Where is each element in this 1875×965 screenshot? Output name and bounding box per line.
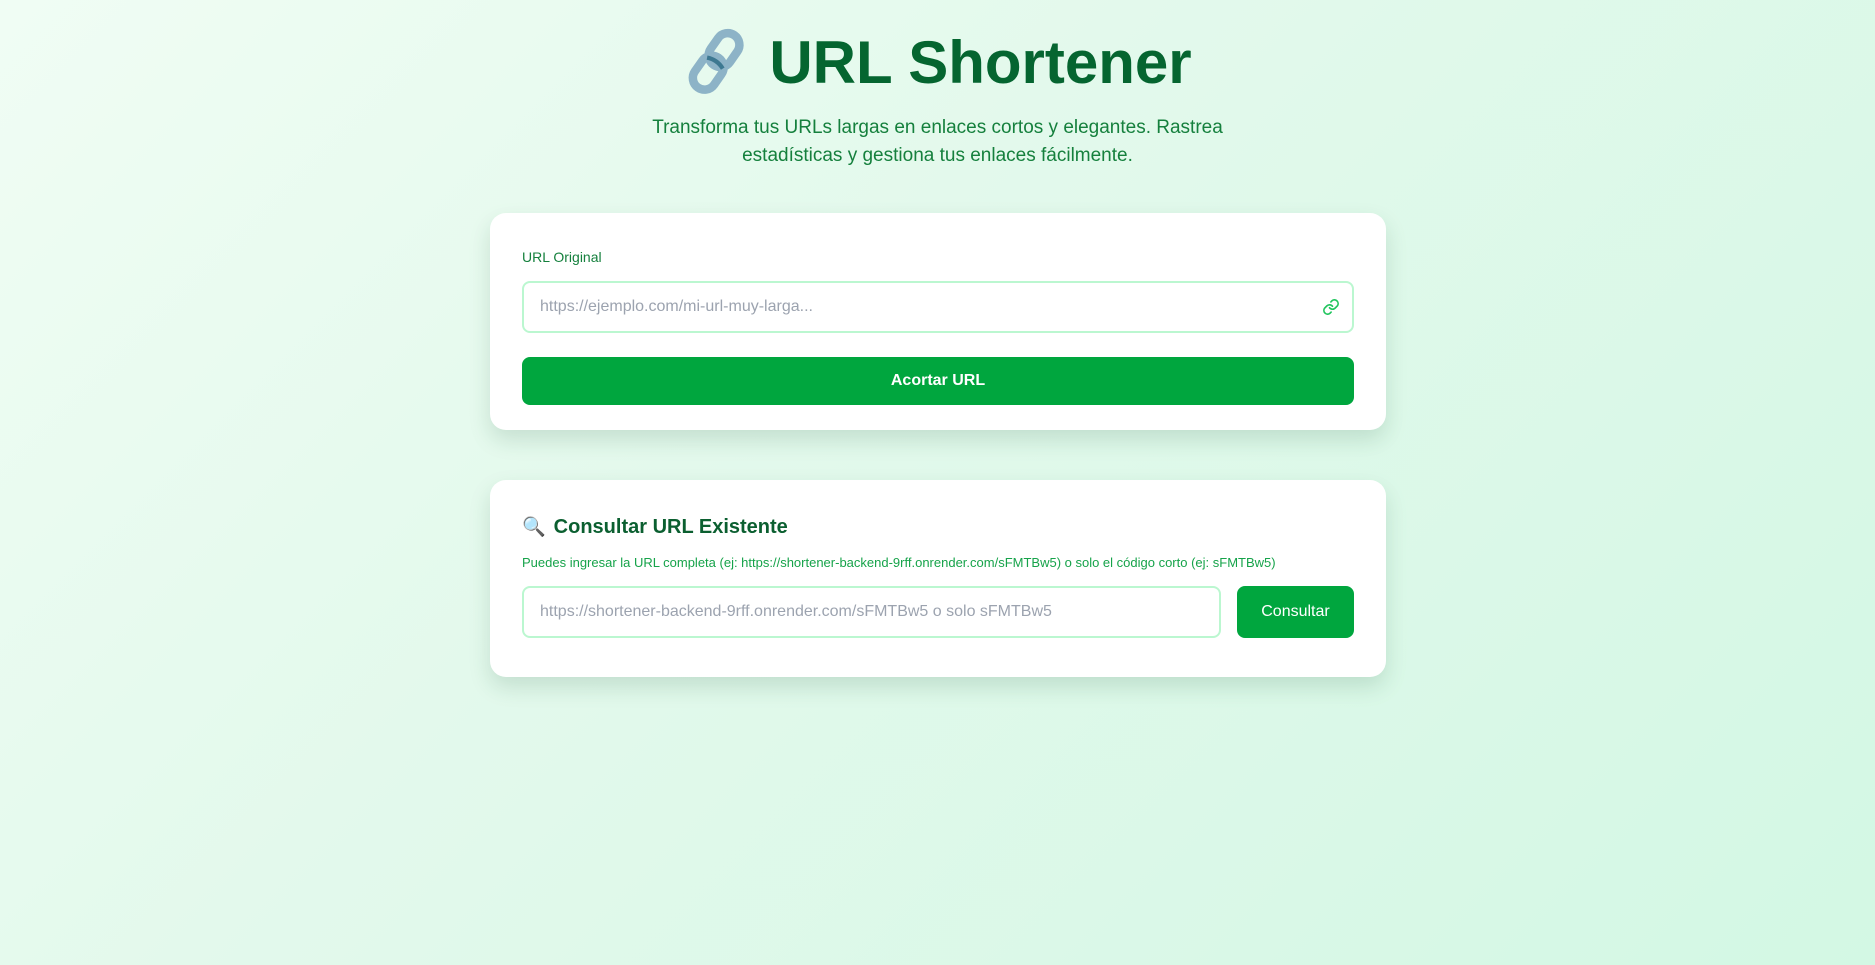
- page-title: URL Shortener: [683, 22, 1192, 102]
- shorten-button[interactable]: Acortar URL: [522, 357, 1354, 405]
- title-text: URL Shortener: [769, 28, 1192, 96]
- link-emoji-icon: [688, 28, 744, 94]
- subtitle: Transforma tus URLs largas en enlaces co…: [652, 117, 1223, 166]
- lookup-heading: 🔍 Consultar URL Existente: [522, 515, 1354, 539]
- link-icon: [1323, 299, 1339, 315]
- consultar-button[interactable]: Consultar: [1237, 586, 1354, 638]
- header: URL Shortener Transforma tus URLs largas…: [0, 22, 1875, 170]
- url-original-label: URL Original: [522, 249, 602, 265]
- lookup-input[interactable]: https://shortener-backend-9rff.onrender.…: [522, 586, 1221, 638]
- lookup-card: 🔍 Consultar URL Existente Puedes ingresa…: [490, 480, 1386, 677]
- lookup-help-text: Puedes ingresar la URL completa (ej: htt…: [522, 555, 1276, 570]
- input-placeholder: https://ejemplo.com/mi-url-muy-larga...: [540, 298, 813, 315]
- input-placeholder: https://shortener-backend-9rff.onrender.…: [540, 603, 1052, 620]
- lookup-row: https://shortener-backend-9rff.onrender.…: [522, 586, 1354, 638]
- url-original-input[interactable]: https://ejemplo.com/mi-url-muy-larga...: [522, 281, 1354, 333]
- lookup-heading-text: Consultar URL Existente: [553, 515, 788, 538]
- magnifier-icon: 🔍: [522, 517, 546, 538]
- shorten-card: URL Original https://ejemplo.com/mi-url-…: [490, 213, 1386, 430]
